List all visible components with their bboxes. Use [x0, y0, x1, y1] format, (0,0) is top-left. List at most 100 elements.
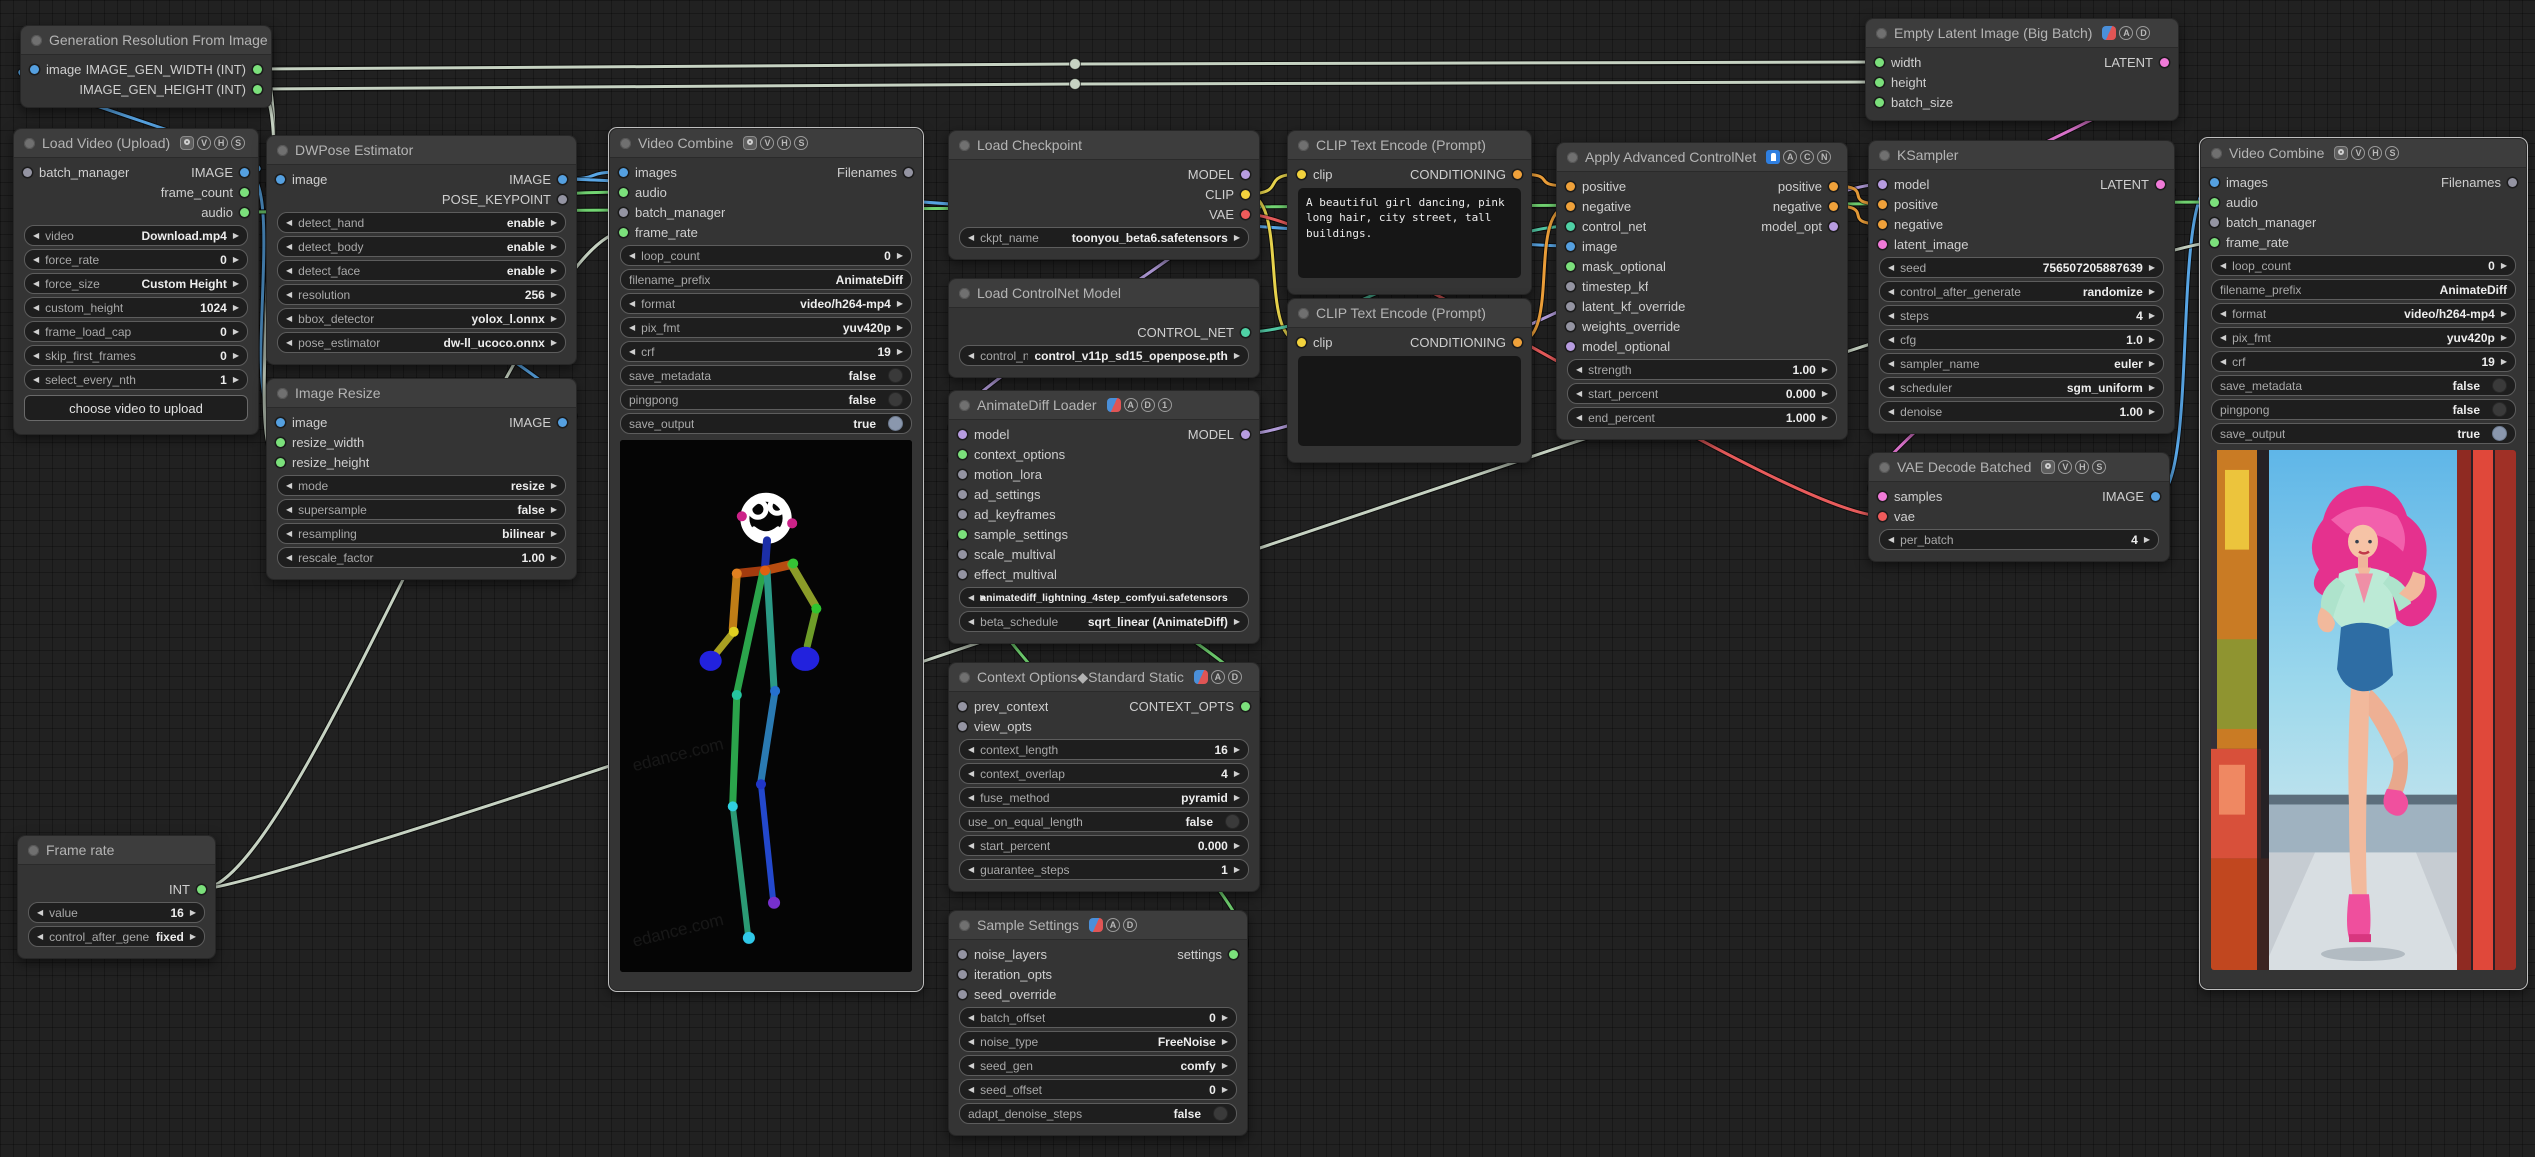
node-video_combine_R[interactable]: Video Combine V H Simages Filenames audio batc… [2199, 137, 2528, 990]
widget-filename-prefix[interactable]: filename_prefix AnimateDiff [2211, 279, 2516, 300]
input-slot-image[interactable] [1566, 241, 1575, 251]
node-graph-canvas[interactable]: Generation Resolution From Image image IMA… [0, 0, 2535, 1157]
widget-format[interactable]: ◀ format video/h264-mp4 ▶ [620, 293, 912, 314]
input-slot-resize-width[interactable] [276, 437, 285, 447]
widget-resampling[interactable]: ◀ resampling bilinear ▶ [277, 523, 566, 544]
node-load_video[interactable]: Load Video (Upload) V H Sbatch_manager IMAGE… [13, 128, 259, 435]
widget-scheduler[interactable]: ◀ scheduler sgm_uniform ▶ [1879, 377, 2164, 398]
combo-prev-icon[interactable]: ◀ [968, 1013, 974, 1022]
widget-seed-gen[interactable]: ◀ seed_gen comfy ▶ [959, 1055, 1237, 1076]
collapse-dot[interactable] [620, 137, 631, 149]
output-slot-image[interactable] [558, 417, 567, 427]
combo-prev-icon[interactable]: ◀ [1888, 535, 1894, 544]
combo-prev-icon[interactable]: ◀ [286, 314, 292, 323]
widget-steps[interactable]: ◀ steps 4 ▶ [1879, 305, 2164, 326]
combo-next-icon[interactable]: ▶ [551, 505, 557, 514]
widget-detect-hand[interactable]: ◀ detect_hand enable ▶ [277, 212, 566, 233]
combo-prev-icon[interactable]: ◀ [33, 327, 39, 336]
combo-next-icon[interactable]: ▶ [551, 338, 557, 347]
output-slot-model[interactable] [1241, 429, 1250, 439]
node-title-bar[interactable]: KSampler [1869, 141, 2174, 170]
combo-prev-icon[interactable]: ◀ [629, 347, 635, 356]
output-slot-model[interactable] [1241, 169, 1250, 179]
combo-next-icon[interactable]: ▶ [1234, 769, 1240, 778]
input-slot-positive[interactable] [1566, 181, 1575, 191]
combo-prev-icon[interactable]: ◀ [2220, 357, 2226, 366]
combo-next-icon[interactable]: ▶ [551, 290, 557, 299]
combo-next-icon[interactable]: ▶ [233, 231, 239, 240]
node-sample_settings[interactable]: Sample Settings A Dnoise_layers settings ite… [948, 910, 1248, 1136]
widget-select-every-nth[interactable]: ◀ select_every_nth 1 ▶ [24, 369, 248, 390]
combo-next-icon[interactable]: ▶ [233, 255, 239, 264]
input-slot-batch-manager[interactable] [23, 167, 32, 177]
collapse-dot[interactable] [277, 144, 288, 156]
combo-prev-icon[interactable]: ◀ [33, 231, 39, 240]
combo-prev-icon[interactable]: ◀ [286, 481, 292, 490]
input-slot-images[interactable] [2210, 177, 2219, 187]
input-slot-model[interactable] [958, 429, 967, 439]
widget-use-on-equal-length[interactable]: use_on_equal_length false [959, 811, 1249, 832]
combo-prev-icon[interactable]: ◀ [2220, 261, 2226, 270]
widget-video[interactable]: ◀ video Download.mp4 ▶ [24, 225, 248, 246]
combo-prev-icon[interactable]: ◀ [33, 375, 39, 384]
input-slot-ad-keyframes[interactable] [958, 509, 967, 519]
node-title-bar[interactable]: VAE Decode Batched V H S [1869, 453, 2169, 482]
widget-fuse-method[interactable]: ◀ fuse_method pyramid ▶ [959, 787, 1249, 808]
widget-supersample[interactable]: ◀ supersample false ▶ [277, 499, 566, 520]
combo-next-icon[interactable]: ▶ [190, 908, 196, 917]
widget-seed[interactable]: ◀ seed 756507205887639 ▶ [1879, 257, 2164, 278]
widget-guarantee-steps[interactable]: ◀ guarantee_steps 1 ▶ [959, 859, 1249, 880]
node-video_combine_L[interactable]: Video Combine V H Simages Filenames audio batc… [608, 127, 924, 992]
widget-cfg[interactable]: ◀ cfg 1.0 ▶ [1879, 329, 2164, 350]
input-slot-frame-rate[interactable] [2210, 237, 2219, 247]
output-slot-context-opts[interactable] [1241, 701, 1250, 711]
combo-next-icon[interactable]: ▶ [2149, 263, 2155, 272]
output-slot-audio[interactable] [240, 207, 249, 217]
widget-per-batch[interactable]: ◀ per_batch 4 ▶ [1879, 529, 2159, 550]
collapse-dot[interactable] [1879, 461, 1890, 473]
toggle-knob[interactable] [888, 368, 903, 383]
combo-next-icon[interactable]: ▶ [2149, 335, 2155, 344]
output-slot-image[interactable] [240, 167, 249, 177]
node-empty_latent[interactable]: Empty Latent Image (Big Batch) A Dwidth LAT… [1865, 18, 2179, 121]
toggle-knob[interactable] [2492, 378, 2507, 393]
combo-next-icon[interactable]: ▶ [1822, 389, 1828, 398]
combo-next-icon[interactable]: ▶ [551, 266, 557, 275]
widget-pix-fmt[interactable]: ◀ pix_fmt yuv420p ▶ [620, 317, 912, 338]
widget-save-output[interactable]: save_output true [620, 413, 912, 434]
widget-choose-video-to-upload[interactable]: choose video to upload [24, 395, 248, 421]
prompt-textarea[interactable] [1298, 356, 1521, 446]
input-slot-scale-multival[interactable] [958, 549, 967, 559]
collapse-dot[interactable] [28, 844, 39, 856]
widget-detect-face[interactable]: ◀ detect_face enable ▶ [277, 260, 566, 281]
combo-prev-icon[interactable]: ◀ [1888, 383, 1894, 392]
input-slot-motion-lora[interactable] [958, 469, 967, 479]
combo-prev-icon[interactable]: ◀ [286, 338, 292, 347]
output-slot-settings[interactable] [1229, 949, 1238, 959]
output-slot-conditioning[interactable] [1513, 337, 1522, 347]
combo-next-icon[interactable]: ▶ [1234, 233, 1240, 242]
widget-ckpt-name[interactable]: ◀ ckpt_name toonyou_beta6.safetensors ▶ [959, 227, 1249, 248]
node-ksampler[interactable]: KSampler model LATENT positive negative laten… [1868, 140, 2175, 434]
combo-next-icon[interactable]: ▶ [551, 529, 557, 538]
widget-custom-height[interactable]: ◀ custom_height 1024 ▶ [24, 297, 248, 318]
widget-strength[interactable]: ◀ strength 1.00 ▶ [1567, 359, 1837, 380]
collapse-dot[interactable] [959, 287, 970, 299]
prompt-textarea[interactable]: A beautiful girl dancing, pink long hair… [1298, 188, 1521, 278]
widget-filename-prefix[interactable]: filename_prefix AnimateDiff [620, 269, 912, 290]
widget-skip-first-frames[interactable]: ◀ skip_first_frames 0 ▶ [24, 345, 248, 366]
node-title-bar[interactable]: DWPose Estimator [267, 136, 576, 165]
node-clip_pos[interactable]: CLIP Text Encode (Prompt) clip CONDITIONIN… [1287, 130, 1532, 295]
combo-next-icon[interactable]: ▶ [233, 351, 239, 360]
widget-detect-body[interactable]: ◀ detect_body enable ▶ [277, 236, 566, 257]
output-slot-image-gen-height-int[interactable] [253, 84, 262, 94]
widget-resolution[interactable]: ◀ resolution 256 ▶ [277, 284, 566, 305]
combo-prev-icon[interactable]: ◀ [1576, 389, 1582, 398]
collapse-dot[interactable] [959, 919, 970, 931]
combo-prev-icon[interactable]: ◀ [33, 303, 39, 312]
widget-force-rate[interactable]: ◀ force_rate 0 ▶ [24, 249, 248, 270]
input-slot-positive[interactable] [1878, 199, 1887, 209]
combo-next-icon[interactable]: ▶ [2501, 333, 2507, 342]
output-slot-filenames[interactable] [904, 167, 913, 177]
input-slot-images[interactable] [619, 167, 628, 177]
